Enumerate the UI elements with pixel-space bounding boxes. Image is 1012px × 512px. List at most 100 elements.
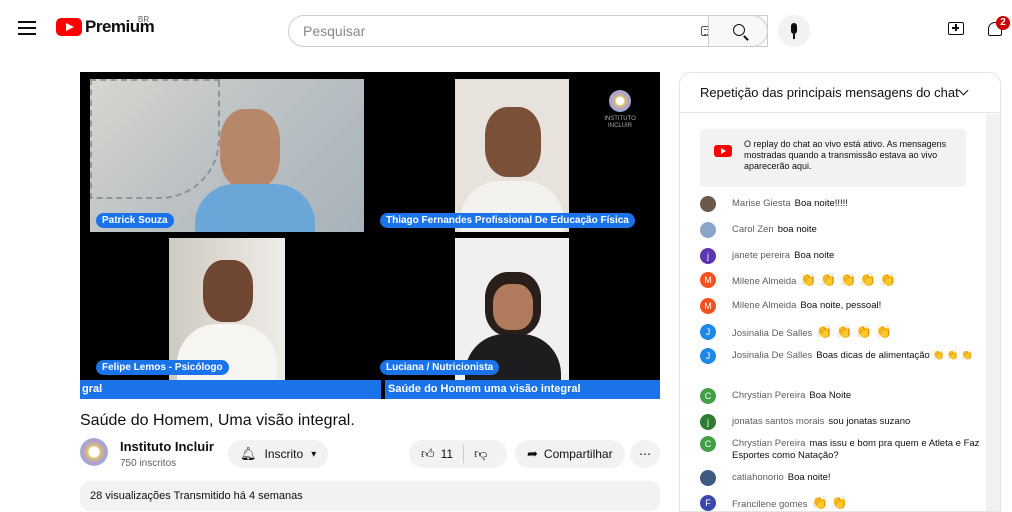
chat-author-name[interactable]: Marise Giesta — [732, 198, 791, 209]
chat-author-name[interactable]: jonatas santos morais — [732, 416, 824, 427]
subscriber-count: 750 inscritos — [120, 458, 177, 469]
live-chat-replay: Repetição das principais mensagens do ch… — [679, 72, 1001, 512]
share-button[interactable]: ➦ Compartilhar — [515, 440, 625, 468]
chat-author-avatar[interactable]: C — [700, 388, 716, 404]
chat-message-text: Boas dicas de alimentação 👏 👏 👏 — [816, 350, 974, 361]
chat-message-content: Francilene gomes 👏 👏 — [732, 495, 982, 511]
notifications-badge: 2 — [996, 16, 1010, 30]
country-code: BR — [138, 15, 150, 24]
chat-message-text: Boa noite, pessoal! — [800, 300, 882, 311]
chat-message-content: jonatas santos morais sou jonatas suzano — [732, 416, 982, 428]
chat-mode-title[interactable]: Repetição das principais mensagens do ch… — [700, 85, 959, 100]
chat-author-name[interactable]: Chrystian Pereira — [732, 390, 805, 401]
chat-author-avatar[interactable]: M — [700, 298, 716, 314]
chat-author-avatar[interactable]: j — [700, 414, 716, 430]
like-button[interactable]: 👍︎ 11 — [421, 446, 453, 462]
chat-message-content: janete pereira Boa noite — [732, 250, 982, 262]
chat-messages: O replay do chat ao vivo está ativo. As … — [680, 114, 986, 511]
watermark-text: INSTITUTO INCLUIR — [604, 116, 636, 129]
subscribed-button[interactable]: 🔔︎ Inscrito ▾ — [228, 440, 328, 468]
dislike-button[interactable]: 👎︎ — [474, 446, 487, 462]
banner-main-text: Saúde do Homem uma visão integral — [388, 383, 581, 395]
chat-message-content: Josinalia De Salles 👏 👏 👏 👏 — [732, 324, 982, 340]
chat-author-name[interactable]: janete pereira — [732, 250, 790, 261]
chat-message-content: catiahonorio Boa noite! — [732, 472, 982, 484]
search-input[interactable]: Pesquisar — [303, 23, 365, 39]
video-player[interactable]: Patrick Souza Thiago Fernandes Profissio… — [80, 72, 660, 399]
search-button[interactable] — [708, 15, 768, 47]
chat-author-avatar[interactable] — [700, 470, 716, 486]
voice-search-button[interactable] — [778, 15, 810, 47]
video-banner: gral Saúde do Homem uma visão integral — [80, 380, 660, 399]
share-icon: ➦ — [527, 446, 538, 461]
like-divider — [463, 445, 465, 463]
play-logo-icon — [56, 18, 82, 36]
channel-avatar[interactable] — [80, 438, 108, 466]
youtube-premium-logo[interactable]: Premium BR — [56, 15, 155, 37]
chat-message-text: sou jonatas suzano — [828, 416, 911, 427]
chat-header[interactable]: Repetição das principais mensagens do ch… — [680, 73, 1000, 113]
chat-message-text: Boa noite — [794, 250, 835, 261]
share-label: Compartilhar — [543, 447, 613, 461]
chat-message-text: Boa Noite — [809, 390, 852, 401]
description-box[interactable]: 28 visualizações Transmitido há 4 semana… — [80, 481, 660, 511]
chat-message-content: Marise Giesta Boa noite!!!!! — [732, 198, 982, 210]
like-count: 11 — [440, 447, 454, 461]
chat-author-name[interactable]: Milene Almeida — [732, 300, 796, 311]
chat-author-name[interactable]: Milene Almeida — [732, 276, 796, 287]
chevron-down-icon: ▾ — [311, 448, 317, 460]
chat-message-content: Carol Zen boa noite — [732, 224, 982, 236]
bell-icon: 🔔︎ — [240, 446, 257, 461]
chevron-down-icon[interactable] — [958, 85, 969, 96]
subscribed-label: Inscrito — [264, 447, 304, 461]
notice-text: O replay do chat ao vivo está ativo. As … — [744, 139, 947, 171]
chat-author-avatar[interactable] — [700, 222, 716, 238]
more-icon: ⋯ — [639, 447, 651, 461]
chat-author-name[interactable]: catiahonorio — [732, 472, 784, 483]
chat-message-text: 👏 👏 👏 👏 👏 — [800, 272, 896, 287]
video-title: Saúde do Homem, Uma visão integral. — [80, 412, 355, 429]
chat-replay-notice: O replay do chat ao vivo está ativo. As … — [700, 129, 966, 187]
participant-name-2: Thiago Fernandes Profissional De Educaçã… — [380, 213, 635, 228]
chat-author-name[interactable]: Josinalia De Salles — [732, 350, 812, 361]
search-icon — [733, 24, 745, 36]
create-icon[interactable] — [948, 22, 964, 35]
chat-author-avatar[interactable]: M — [700, 272, 716, 288]
participant-name-1: Patrick Souza — [96, 213, 174, 228]
video-tile-4 — [455, 238, 569, 380]
video-tile-1 — [90, 79, 364, 232]
menu-icon[interactable] — [18, 21, 36, 35]
chat-message-text: 👏 👏 — [811, 495, 848, 510]
chat-scrollbar[interactable] — [986, 114, 1000, 511]
chat-author-name[interactable]: Josinalia De Salles — [732, 328, 812, 339]
chat-message-content: Chrystian Pereira mas issu e bom pra quem… — [732, 438, 982, 462]
more-actions-button[interactable]: ⋯ — [630, 440, 660, 468]
chat-message-content: Milene Almeida Boa noite, pessoal! — [732, 300, 982, 312]
chat-author-avatar[interactable]: J — [700, 348, 716, 364]
top-bar: Premium BR Pesquisar 2 — [0, 0, 1012, 56]
chat-message-text: boa noite — [777, 224, 817, 235]
banner-left-text: gral — [82, 383, 103, 395]
banner-divider — [381, 380, 385, 399]
participant-name-3: Felipe Lemos - Psicólogo — [96, 360, 229, 375]
like-dislike-group: 👍︎ 11 👎︎ — [409, 440, 507, 468]
thumb-up-icon: 👍︎ — [421, 446, 435, 461]
chat-message-content: Josinalia De Salles Boas dicas de aliment… — [732, 350, 982, 362]
search-box[interactable]: Pesquisar — [288, 15, 768, 47]
youtube-icon — [714, 145, 732, 157]
chat-author-avatar[interactable]: J — [700, 324, 716, 340]
video-tile-3 — [169, 238, 285, 380]
chat-author-avatar[interactable]: F — [700, 495, 716, 511]
chat-message-text: 👏 👏 👏 👏 — [816, 324, 892, 339]
chat-message-content: Chrystian Pereira Boa Noite — [732, 390, 982, 402]
chat-author-avatar[interactable]: j — [700, 248, 716, 264]
channel-name[interactable]: Instituto Incluir — [120, 439, 214, 454]
participant-name-4: Luciana / Nutricionista — [380, 360, 500, 375]
chat-author-name[interactable]: Francilene gomes — [732, 499, 808, 510]
chat-author-avatar[interactable] — [700, 196, 716, 212]
chat-message-text: Boa noite!!!!! — [794, 198, 848, 209]
chat-author-avatar[interactable]: C — [700, 436, 716, 452]
chat-author-name[interactable]: Carol Zen — [732, 224, 774, 235]
chat-message-content: Milene Almeida 👏 👏 👏 👏 👏 — [732, 272, 982, 288]
chat-author-name[interactable]: Chrystian Pereira — [732, 438, 805, 449]
